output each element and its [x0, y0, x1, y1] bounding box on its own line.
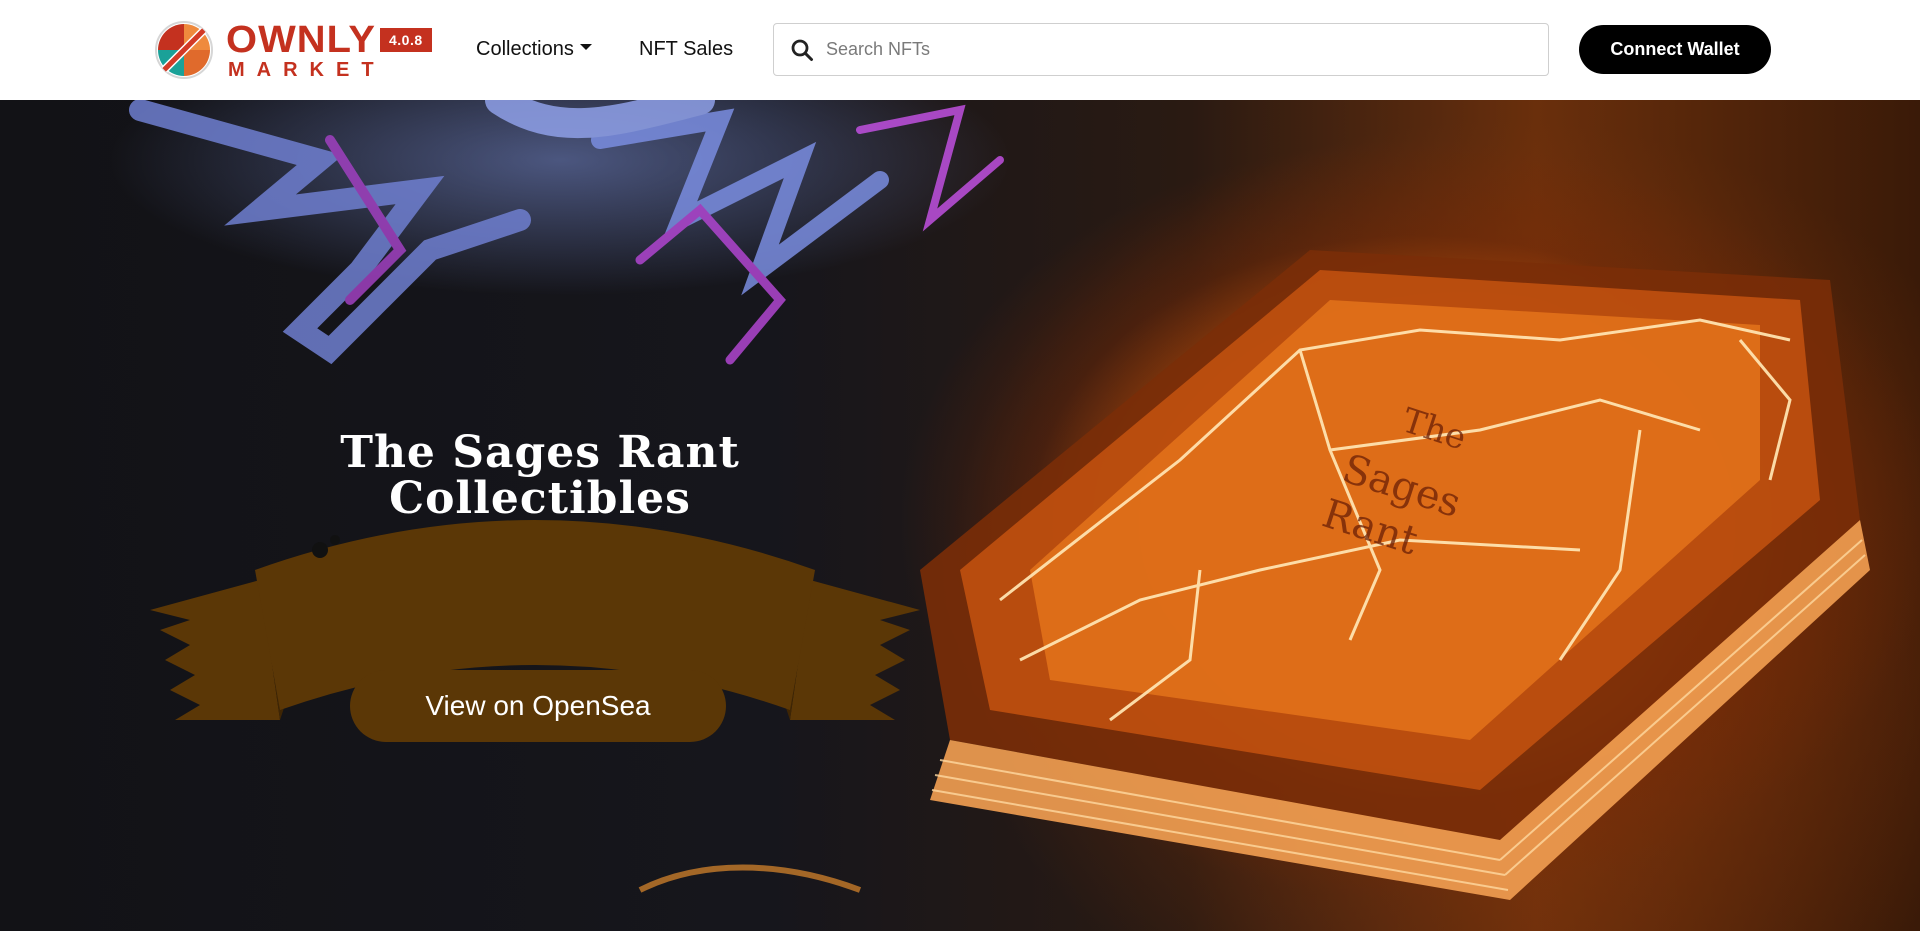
- search-bar[interactable]: [773, 23, 1549, 76]
- top-navbar: OWNLY MARKET 4.0.8 Collections NFT Sales…: [0, 0, 1920, 100]
- nft-sales-link[interactable]: NFT Sales: [639, 34, 733, 64]
- chevron-down-icon: [579, 44, 592, 50]
- collections-label: Collections: [476, 38, 574, 60]
- search-input[interactable]: [826, 24, 1526, 75]
- collections-dropdown[interactable]: Collections: [476, 34, 592, 64]
- search-icon: [791, 39, 813, 61]
- brand-logo[interactable]: OWNLY MARKET 4.0.8: [154, 19, 434, 81]
- brand-subtitle: MARKET: [228, 59, 386, 81]
- brand-name: OWNLY: [226, 19, 377, 61]
- connect-wallet-button[interactable]: Connect Wallet: [1579, 25, 1771, 74]
- collection-title: The Sages Rant Collectibles: [340, 427, 740, 524]
- version-badge: 4.0.8: [380, 28, 432, 52]
- hero-banner: The Sages Rant The Sages Rant Collectibl…: [0, 100, 1920, 931]
- view-on-opensea-button[interactable]: View on OpenSea: [350, 670, 726, 742]
- ownly-logo-icon: [155, 21, 213, 79]
